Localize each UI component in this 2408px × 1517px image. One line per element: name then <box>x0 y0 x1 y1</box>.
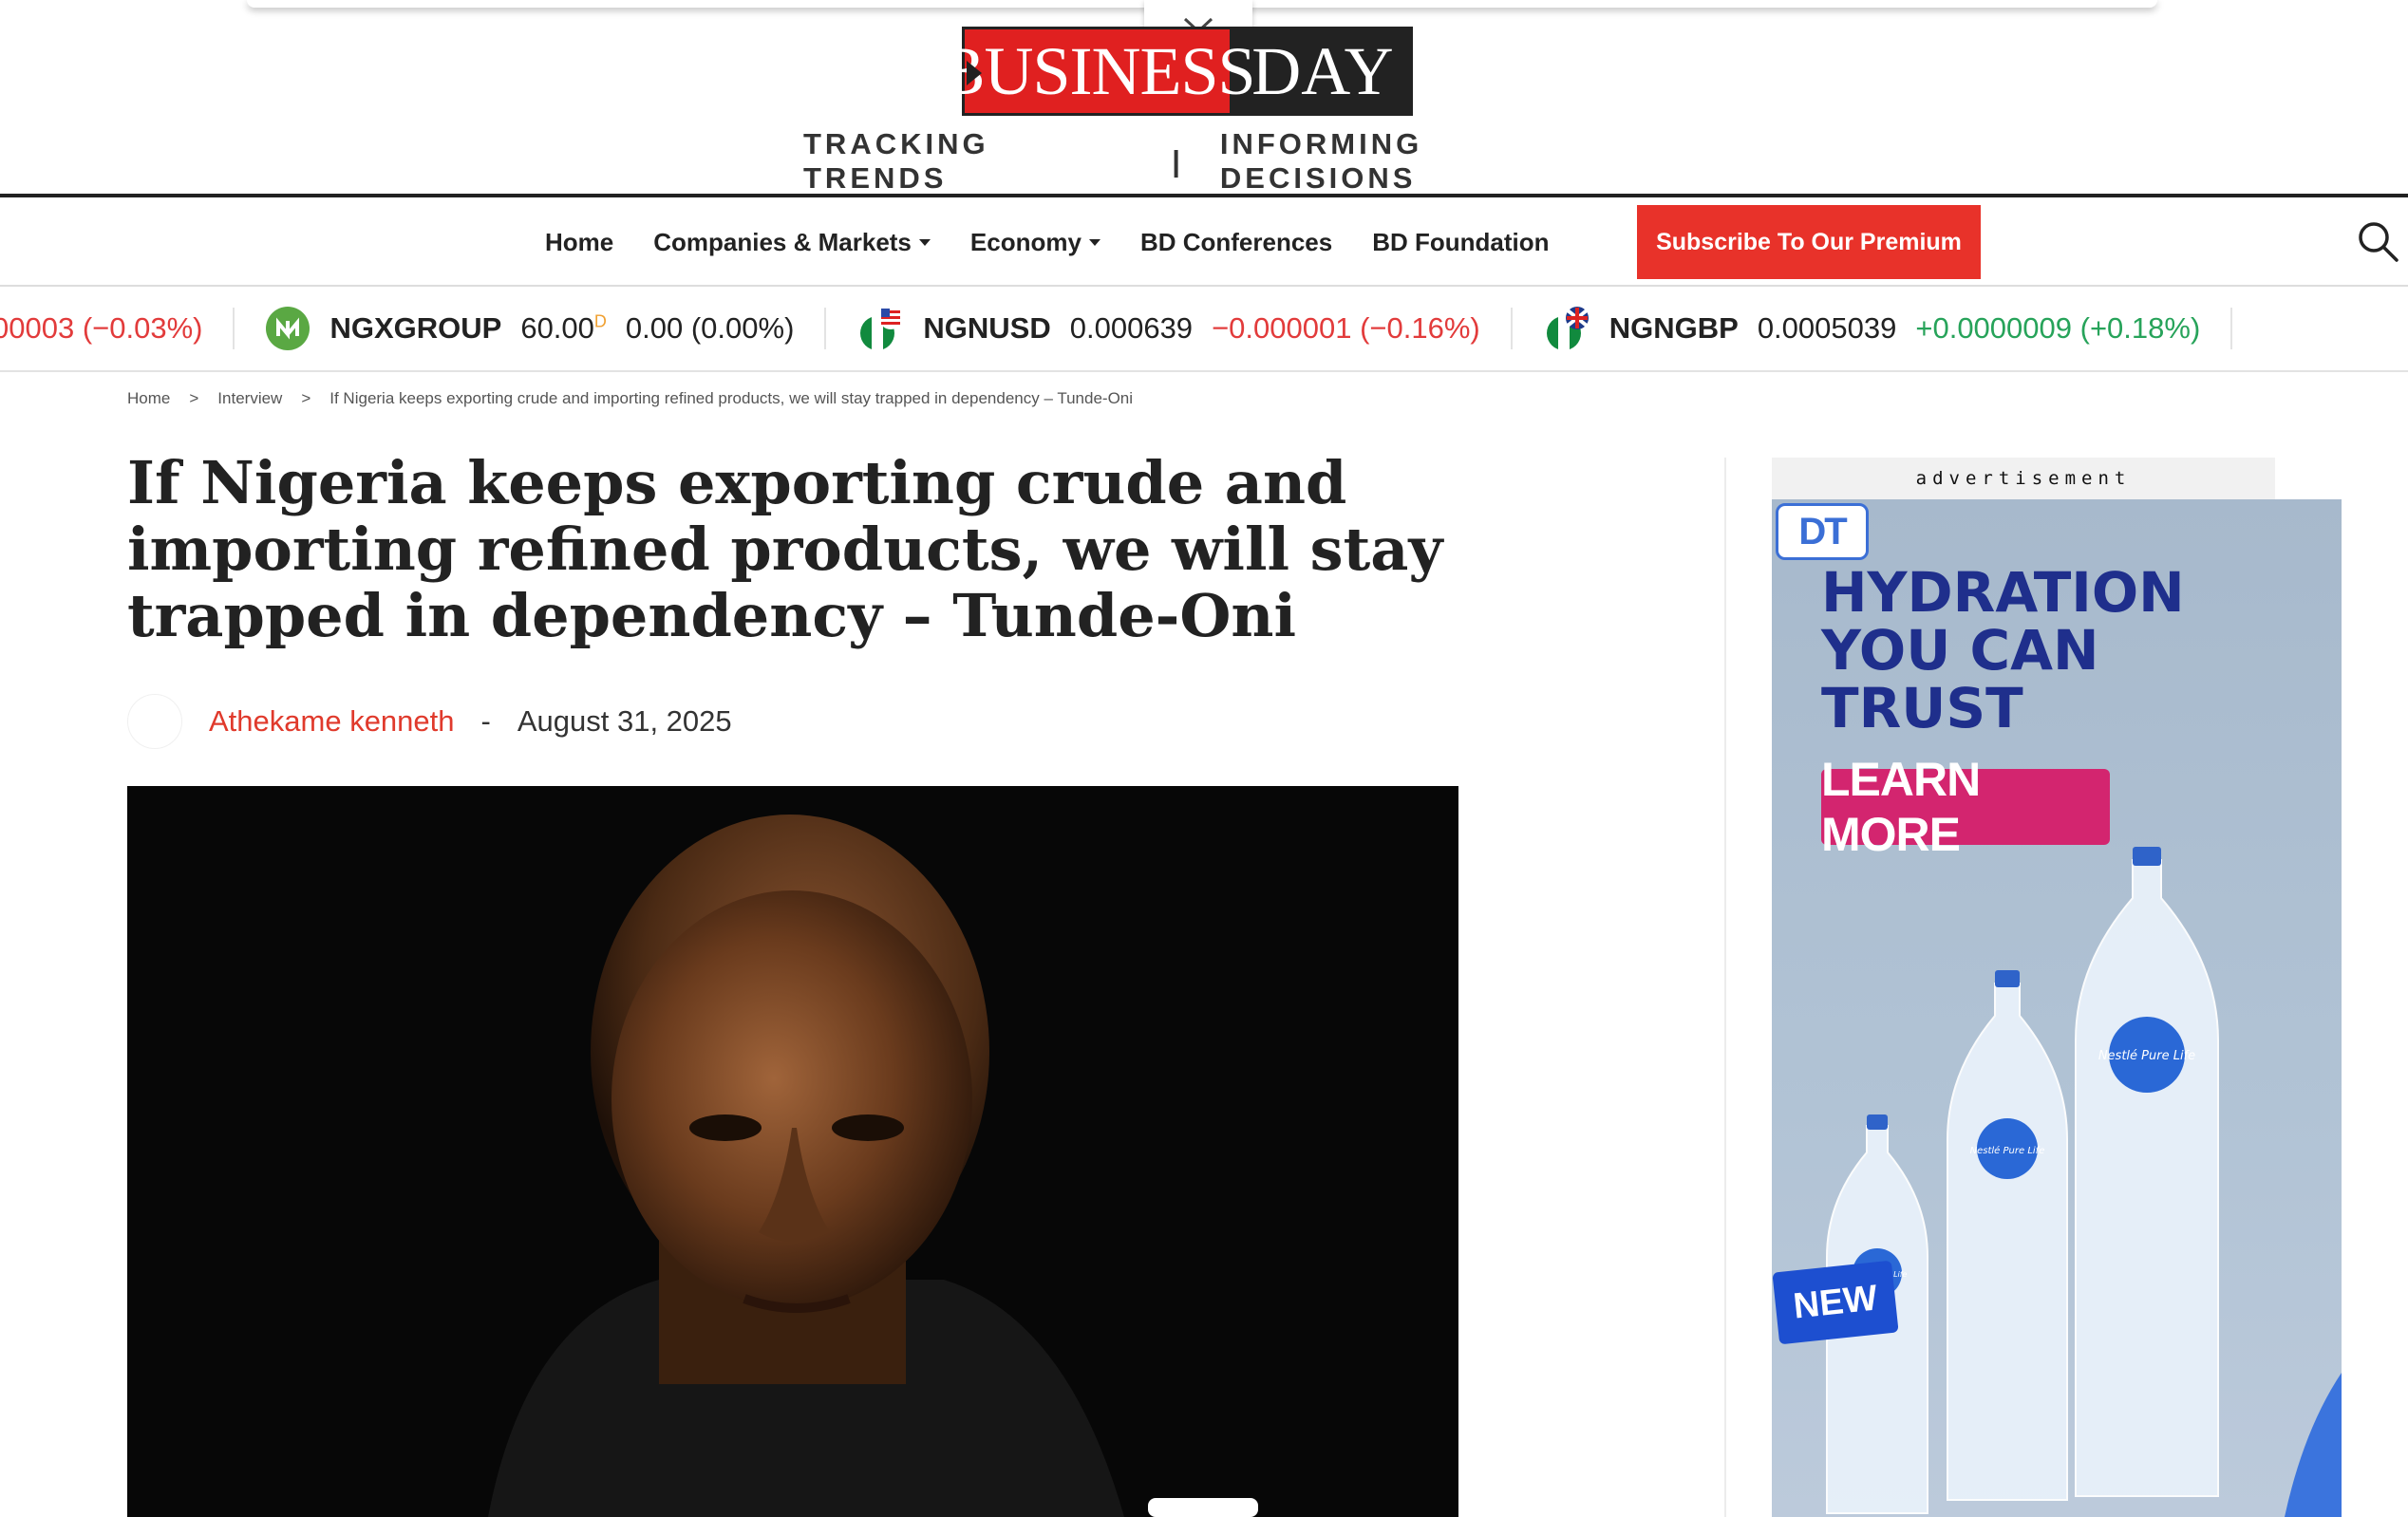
author-avatar[interactable] <box>127 694 182 749</box>
ticker-price: 0.000639 <box>1069 311 1194 345</box>
ticker-change: 00003 (−0.03%) <box>0 311 203 345</box>
nav-item-companies-markets[interactable]: Companies & Markets <box>653 228 931 257</box>
ad-headline: HYDRATION YOU CAN TRUST <box>1821 560 2185 740</box>
tagline-separator: | <box>1172 144 1184 178</box>
nav-item-label: Home <box>545 227 614 256</box>
ticker-item-ngngbp[interactable]: NGNGBP 0.0005039 +0.0000009 (+0.18%) <box>1513 307 2233 350</box>
byline-separator: - <box>480 704 491 738</box>
nav-item-economy[interactable]: Economy <box>970 228 1101 257</box>
nav-item-label: BD Conferences <box>1139 227 1333 256</box>
nav-item-label: BD Foundation <box>1372 227 1550 256</box>
ad-learn-more-button[interactable]: LEARN MORE <box>1821 753 2110 861</box>
ticker-price: 0.0005039 <box>1757 311 1897 345</box>
ticker-price-sup: D <box>593 311 607 331</box>
ticker-item-ngxgroup[interactable]: NGXGROUP 60.00D 0.00 (0.00%) <box>235 307 827 350</box>
breadcrumb: Home > Interview > If Nigeria keeps expo… <box>127 385 1133 412</box>
logo-day-text: DAY <box>1232 27 1413 116</box>
nav-item-label: Economy <box>969 227 1082 256</box>
advertisement-banner[interactable]: DT HYDRATION YOU CAN TRUST LEARN MORE Ne… <box>1772 499 2342 1517</box>
nav-item-label: Companies & Markets <box>653 227 912 256</box>
article-date: August 31, 2025 <box>517 704 732 738</box>
search-icon <box>2359 222 2399 262</box>
ngn-gbp-flag-icon <box>1546 307 1589 350</box>
caret-down-icon <box>918 238 931 246</box>
portrait-photo <box>127 786 1458 1517</box>
header-divider <box>0 194 2408 197</box>
ticker-change: −0.000001 (−0.16%) <box>1212 311 1480 345</box>
author-link[interactable]: Athekame kenneth <box>209 704 455 739</box>
breadcrumb-separator: > <box>189 389 199 407</box>
ngn-usd-flag-icon <box>860 307 903 350</box>
ticker-price-value: 60.00 <box>520 311 594 345</box>
ad-new-badge: NEW <box>1772 1260 1899 1345</box>
tagline-left: TRACKING TRENDS <box>803 127 989 195</box>
article-byline: Athekame kenneth - August 31, 2025 <box>127 691 732 752</box>
ticker-symbol: NGXGROUP <box>329 311 502 345</box>
breadcrumb-home[interactable]: Home <box>127 389 170 408</box>
ticker-item-partial[interactable]: 00003 (−0.03%) <box>0 308 235 349</box>
site-logo[interactable]: BUSINESS DAY <box>939 27 1420 119</box>
breadcrumb-separator: > <box>301 389 311 407</box>
caret-down-icon <box>1088 238 1101 246</box>
column-divider <box>1724 458 1726 1517</box>
ngx-logo-icon <box>266 307 310 350</box>
subscribe-premium-button[interactable]: Subscribe To Our Premium <box>1637 205 1981 279</box>
bottle-label-medium: Nestlé Pure Life <box>1970 1145 2045 1156</box>
water-bottles-image: Nestlé Pure Life Nestlé Pure Life Nestlé… <box>1826 847 2342 1517</box>
nav-item-home[interactable]: Home <box>545 228 613 257</box>
nav-item-bd-foundation[interactable]: BD Foundation <box>1372 228 1549 257</box>
site-tagline: TRACKING TRENDS | INFORMING DECISIONS <box>803 127 1620 195</box>
ticker-symbol: NGNUSD <box>923 311 1051 345</box>
ticker-symbol: NGNGBP <box>1608 311 1739 345</box>
nav-item-bd-conferences[interactable]: BD Conferences <box>1140 228 1332 257</box>
ticker-price: 60.00D <box>520 311 607 346</box>
search-button[interactable] <box>2355 218 2400 264</box>
logo-business-text: BUSINESS <box>939 27 1256 116</box>
breadcrumb-section[interactable]: Interview <box>217 389 282 408</box>
article-headline: If Nigeria keeps exporting crude and imp… <box>127 448 1443 650</box>
breadcrumb-current: If Nigeria keeps exporting crude and imp… <box>329 389 1134 407</box>
ad-brand-logo: DT <box>1776 503 1869 560</box>
ticker-item-ngnusd[interactable]: NGNUSD 0.000639 −0.000001 (−0.16%) <box>826 307 1513 350</box>
ticker-change: +0.0000009 (+0.18%) <box>1915 311 2201 345</box>
ad-label: advertisement <box>1772 458 2275 499</box>
bottle-label-large: Nestlé Pure Life <box>2098 1049 2195 1063</box>
tagline-right: INFORMING DECISIONS <box>1219 127 1423 195</box>
market-ticker: 00003 (−0.03%) NGXGROUP 60.00D 0.00 (0.0… <box>0 287 2408 370</box>
ticker-divider <box>0 370 2408 372</box>
ticker-change: 0.00 (0.00%) <box>625 311 795 345</box>
article-featured-image <box>127 786 1458 1517</box>
main-nav: Home Companies & Markets Economy BD Conf… <box>0 199 2408 285</box>
